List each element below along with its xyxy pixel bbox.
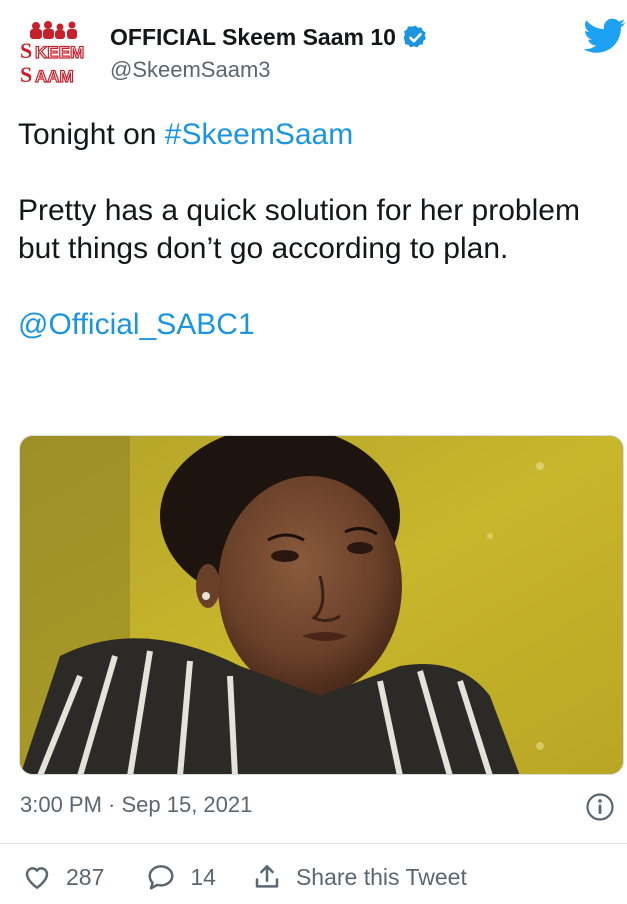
skeem-saam-logo[interactable]: S KEEM S AAM xyxy=(18,20,104,86)
like-button[interactable]: 287 xyxy=(22,862,104,892)
reply-count: 14 xyxy=(190,863,216,890)
tweet-timestamp[interactable]: 3:00 PM · Sep 15, 2021 xyxy=(20,792,252,818)
like-count: 287 xyxy=(66,863,105,890)
verified-badge-icon xyxy=(403,25,426,48)
mention-link[interactable]: @Official_SABC1 xyxy=(18,308,255,341)
tweet-header: S KEEM S AAM OFFICIAL Skeem Saam 10 @Ske… xyxy=(18,14,626,94)
svg-text:KEEM: KEEM xyxy=(35,43,84,62)
author-name-row[interactable]: OFFICIAL Skeem Saam 10 xyxy=(110,24,429,51)
tweet-text-prefix: Tonight on xyxy=(18,118,165,151)
share-button[interactable]: Share this Tweet xyxy=(252,862,467,892)
reply-button[interactable]: 14 xyxy=(146,862,216,892)
hashtag-link[interactable]: #SkeemSaam xyxy=(165,118,353,151)
svg-text:S: S xyxy=(20,38,32,63)
tweet-body: Pretty has a quick solution for her prob… xyxy=(18,194,580,265)
divider xyxy=(0,843,627,844)
share-icon xyxy=(255,865,279,888)
twitter-bird-icon[interactable] xyxy=(584,18,626,54)
tweet-line-intro: Tonight on #SkeemSaam xyxy=(18,116,614,154)
heart-icon xyxy=(25,867,49,890)
reply-bubble-icon xyxy=(148,865,174,890)
author-handle[interactable]: @SkeemSaam3 xyxy=(110,57,429,83)
author-display-name[interactable]: OFFICIAL Skeem Saam 10 xyxy=(110,24,396,51)
tweet-actions: 287 14 Share this Tweet xyxy=(18,860,618,894)
svg-text:S: S xyxy=(20,62,32,86)
share-label: Share this Tweet xyxy=(295,863,467,890)
svg-text:AAM: AAM xyxy=(35,67,74,86)
tweet-photo xyxy=(20,436,623,774)
author-block[interactable]: OFFICIAL Skeem Saam 10 @SkeemSaam3 xyxy=(110,24,429,83)
info-icon[interactable] xyxy=(585,792,615,822)
tweet-text: Tonight on #SkeemSaam Pretty has a quick… xyxy=(18,116,614,344)
tweet-image[interactable] xyxy=(19,435,624,775)
